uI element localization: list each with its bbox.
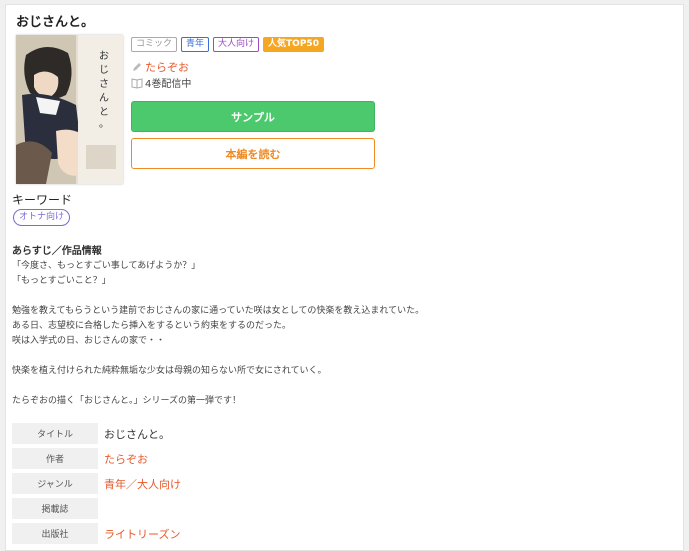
- cover-illustration: お じ さ ん と 。: [16, 35, 123, 184]
- keyword-heading: キーワード: [12, 193, 73, 207]
- synopsis-text: 「今度さ、もっとすごい事してあげようか？」 「もっとすごいこと？」 勉強を教えて…: [12, 259, 672, 409]
- synopsis-line: 「今度さ、もっとすごい事してあげようか？」: [12, 261, 201, 271]
- svg-text:。: 。: [99, 119, 109, 130]
- tag-top50-badge[interactable]: 人気TOP50: [263, 37, 324, 52]
- product-page: おじさんと。 お じ さ ん と 。 コミック 青年 大人向け 人気TOP50: [5, 4, 684, 551]
- synopsis-line: 「もっとすごいこと？」: [12, 276, 111, 286]
- author-row: たらぞお: [131, 59, 189, 75]
- tag-comic[interactable]: コミック: [131, 37, 178, 52]
- author-link[interactable]: たらぞお: [145, 59, 189, 75]
- synopsis-line: たらぞおの描く「おじさんと。」シリーズの第一弾です！: [12, 396, 242, 406]
- synopsis-line: 咲は入学式の日、おじさんの家で・・: [12, 336, 166, 346]
- keyword-tag[interactable]: オトナ向け: [13, 209, 71, 226]
- info-key: タイトル: [12, 423, 98, 444]
- tag-adult[interactable]: 大人向け: [213, 37, 260, 52]
- table-row: 掲載誌: [12, 498, 181, 519]
- synopsis-heading: あらすじ／作品情報: [12, 246, 102, 257]
- svg-text:ん: ん: [99, 92, 109, 104]
- svg-text:と: と: [99, 106, 109, 118]
- page-title: おじさんと。: [16, 15, 95, 30]
- svg-text:お: お: [99, 50, 109, 62]
- svg-text:さ: さ: [99, 78, 109, 90]
- info-key: 掲載誌: [12, 498, 98, 519]
- info-key: ジャンル: [12, 473, 98, 494]
- tag-list: コミック 青年 大人向け 人気TOP50: [131, 37, 324, 52]
- table-row: タイトル おじさんと。: [12, 423, 181, 444]
- info-key: 出版社: [12, 523, 98, 544]
- synopsis-line: ある日、志望校に合格したら挿入をするという約束をするのだった。: [12, 321, 292, 331]
- info-genre-link[interactable]: 青年／大人向け: [104, 478, 181, 491]
- info-publisher-link[interactable]: ライトリーズン: [104, 528, 180, 541]
- read-button[interactable]: 本編を読む: [131, 138, 375, 169]
- table-row: 出版社 ライトリーズン: [12, 523, 181, 544]
- synopsis-line: 快楽を植え付けられた純粋無垢な少女は母親の知らない所で女にされていく。: [12, 366, 327, 376]
- volume-row: 4巻配信中: [131, 75, 191, 90]
- table-row: ジャンル 青年／大人向け: [12, 473, 181, 494]
- tag-seinen[interactable]: 青年: [181, 37, 210, 52]
- sample-button[interactable]: サンプル: [131, 101, 375, 132]
- book-icon: [131, 77, 143, 89]
- info-value-title: おじさんと。: [104, 427, 170, 441]
- info-value-magazine: [98, 498, 181, 519]
- info-author-link[interactable]: たらぞお: [104, 453, 148, 466]
- volume-count: 4巻配信中: [145, 79, 192, 90]
- svg-text:じ: じ: [99, 64, 109, 76]
- info-key: 作者: [12, 448, 98, 469]
- pen-icon: [133, 63, 141, 71]
- info-table: タイトル おじさんと。 作者 たらぞお ジャンル 青年／大人向け 掲載誌 出版社…: [12, 419, 181, 548]
- table-row: 作者 たらぞお: [12, 448, 181, 469]
- synopsis-line: 勉強を教えてもらうという建前でおじさんの家に通っていた咲は女としての快楽を教え込…: [12, 306, 425, 316]
- cover-image[interactable]: お じ さ ん と 。: [16, 35, 123, 184]
